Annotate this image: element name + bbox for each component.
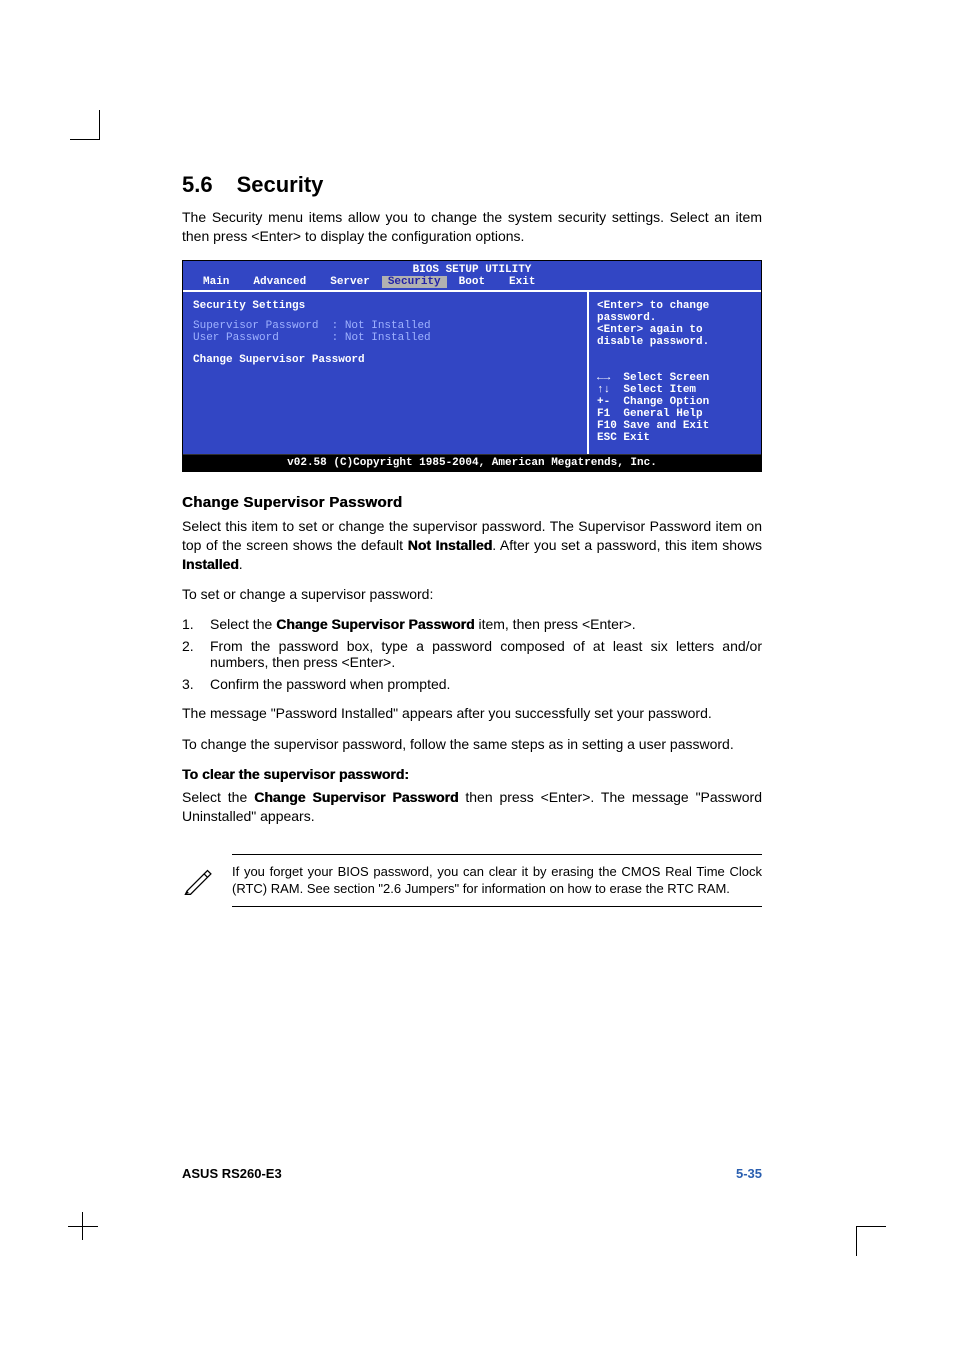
key-line: ESC Exit	[597, 432, 753, 444]
supervisor-row: Supervisor Password : Not Installed	[193, 320, 577, 332]
help-line: <Enter> again to	[597, 324, 753, 336]
step-text: Confirm the password when prompted.	[210, 676, 450, 692]
section-number: 5.6	[182, 172, 213, 197]
bold-text: Installed	[182, 556, 239, 572]
bios-left-pane: Security Settings Supervisor Password : …	[183, 292, 589, 454]
tab-main[interactable]: Main	[191, 276, 241, 288]
text: Select the	[182, 789, 254, 805]
key-line: F10 Save and Exit	[597, 420, 753, 432]
bios-footer: v02.58 (C)Copyright 1985-2004, American …	[183, 454, 761, 471]
section-heading: 5.6 Security	[182, 172, 762, 198]
paragraph: The message "Password Installed" appears…	[182, 704, 762, 723]
user-value: : Not Installed	[332, 332, 431, 344]
text: . After you set a password, this item sh…	[492, 537, 762, 553]
tab-security[interactable]: Security	[382, 276, 447, 288]
bold-text: Change Supervisor Password	[254, 789, 458, 805]
bios-section-heading: Security Settings	[193, 300, 577, 312]
bios-tabs: Main Advanced Server Security Boot Exit	[183, 276, 761, 290]
bios-key-legend: ←→ Select Screen ↑↓ Select Item +- Chang…	[597, 372, 753, 444]
paragraph: Select this item to set or change the su…	[182, 517, 762, 574]
crop-mark	[856, 1226, 886, 1256]
clear-password-heading: To clear the supervisor password:	[182, 766, 762, 782]
tab-server[interactable]: Server	[318, 276, 382, 288]
crop-mark	[68, 1226, 98, 1256]
bios-right-pane: <Enter> to change password. <Enter> agai…	[589, 292, 761, 454]
user-label: User Password	[193, 332, 279, 344]
change-password-heading: Change Supervisor Password	[182, 494, 762, 511]
bios-body: Security Settings Supervisor Password : …	[183, 290, 761, 454]
bios-help-text: <Enter> to change password. <Enter> agai…	[597, 300, 753, 348]
key-line: ↑↓ Select Item	[597, 384, 753, 396]
note-text: If you forget your BIOS password, you ca…	[232, 854, 762, 907]
tab-exit[interactable]: Exit	[497, 276, 547, 288]
footer-page-number: 5-35	[736, 1166, 762, 1181]
step-number: 2.	[182, 638, 210, 670]
crop-mark	[70, 110, 100, 140]
step-item: 1.Select the Change Supervisor Password …	[182, 616, 762, 632]
step-text: From the password box, type a password c…	[210, 638, 762, 670]
text: .	[239, 556, 243, 572]
help-line: <Enter> to change	[597, 300, 753, 312]
paragraph: To change the supervisor password, follo…	[182, 735, 762, 754]
bold-text: Not Installed	[408, 537, 493, 553]
paragraph: To set or change a supervisor password:	[182, 585, 762, 604]
note-box: If you forget your BIOS password, you ca…	[182, 844, 762, 917]
supervisor-label: Supervisor Password	[193, 320, 318, 332]
tab-advanced[interactable]: Advanced	[241, 276, 318, 288]
change-supervisor-item[interactable]: Change Supervisor Password	[193, 354, 577, 366]
section-title: Security	[237, 172, 324, 197]
key-line: F1 General Help	[597, 408, 753, 420]
tab-boot[interactable]: Boot	[447, 276, 497, 288]
page-content: 5.6 Security The Security menu items allo…	[182, 172, 762, 917]
paragraph: Select the Change Supervisor Password th…	[182, 788, 762, 826]
key-line: +- Change Option	[597, 396, 753, 408]
page-footer: ASUS RS260-E3 5-35	[182, 1166, 762, 1181]
text: item, then press <Enter>.	[475, 616, 636, 632]
bold-text: Change Supervisor Password	[276, 616, 474, 632]
steps-list: 1.Select the Change Supervisor Password …	[182, 616, 762, 692]
supervisor-value: : Not Installed	[332, 320, 431, 332]
step-number: 1.	[182, 616, 210, 632]
footer-product: ASUS RS260-E3	[182, 1166, 282, 1181]
bios-screenshot: BIOS SETUP UTILITY Main Advanced Server …	[182, 260, 762, 472]
step-item: 2.From the password box, type a password…	[182, 638, 762, 670]
intro-paragraph: The Security menu items allow you to cha…	[182, 208, 762, 246]
key-line: ←→ Select Screen	[597, 372, 753, 384]
text: Select the	[210, 616, 276, 632]
bios-title: BIOS SETUP UTILITY	[183, 261, 761, 276]
step-text: Select the Change Supervisor Password it…	[210, 616, 636, 632]
step-number: 3.	[182, 676, 210, 692]
step-item: 3.Confirm the password when prompted.	[182, 676, 762, 692]
help-line: password.	[597, 312, 753, 324]
help-line: disable password.	[597, 336, 753, 348]
note-icon	[182, 862, 216, 896]
user-row: User Password : Not Installed	[193, 332, 577, 344]
